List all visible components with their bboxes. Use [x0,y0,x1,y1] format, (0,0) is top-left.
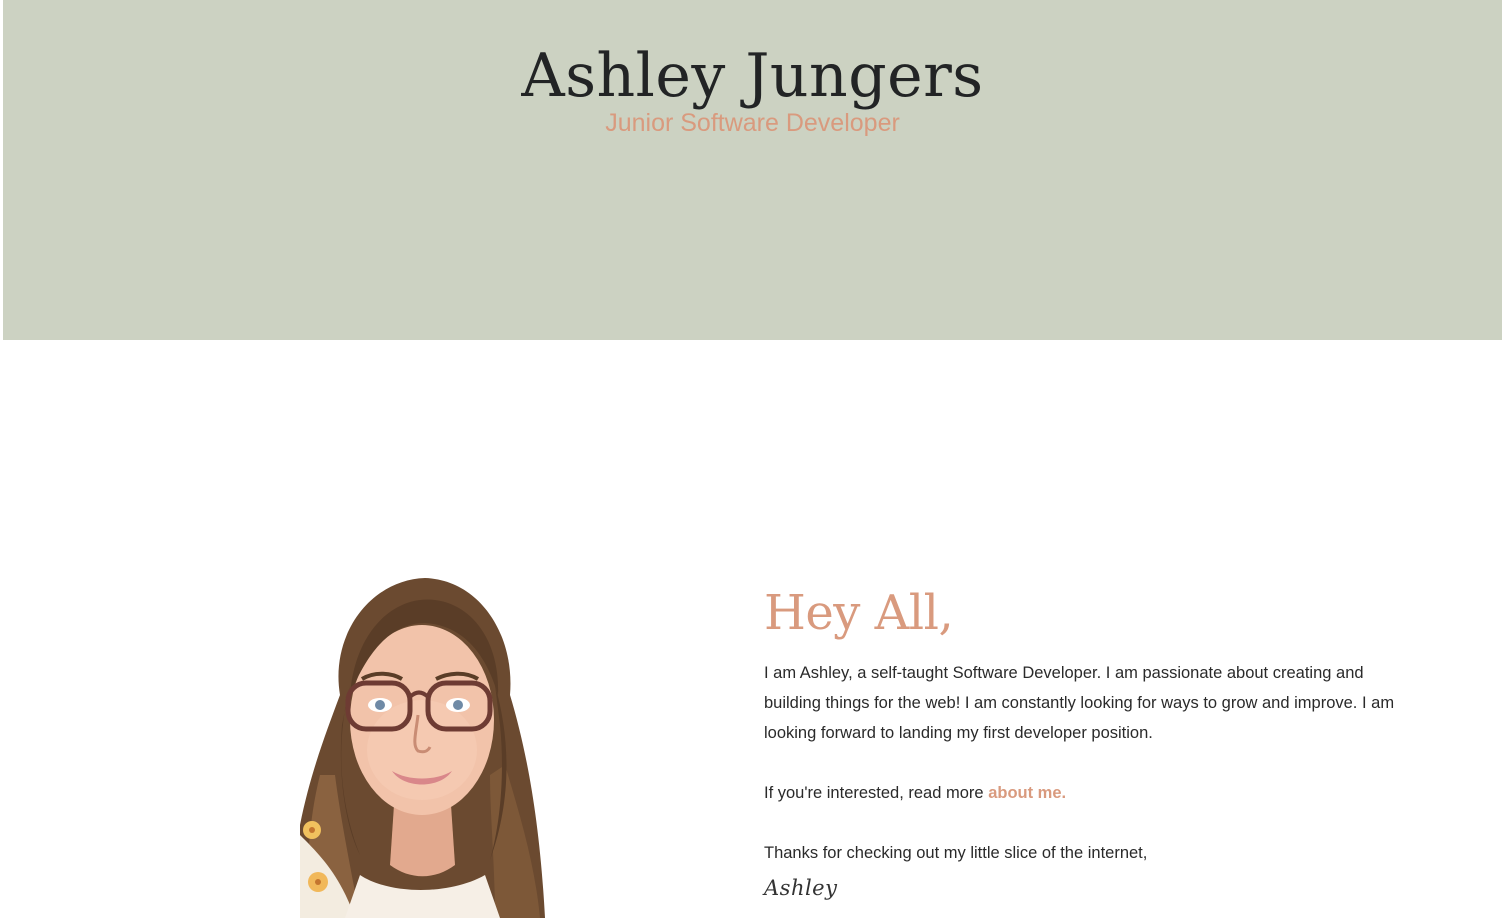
intro-section: Hey All, I am Ashley, a self-taught Soft… [764,585,1404,900]
bio-paragraph: I am Ashley, a self-taught Software Deve… [764,663,1395,742]
greeting-heading: Hey All, [764,585,954,641]
about-prefix-text: If you're interested, read more [764,783,989,802]
signature: Ashley [764,875,838,900]
about-paragraph: If you're interested, read more about me… [764,778,1404,808]
site-owner-name: Ashley Jungers [521,41,984,111]
job-title: Junior Software Developer [605,109,900,137]
thanks-paragraph: Thanks for checking out my little slice … [764,843,1148,862]
about-me-link[interactable]: about me. [988,784,1066,802]
hero-banner: Ashley Jungers Junior Software Developer [3,0,1502,340]
portrait-illustration [300,575,545,918]
